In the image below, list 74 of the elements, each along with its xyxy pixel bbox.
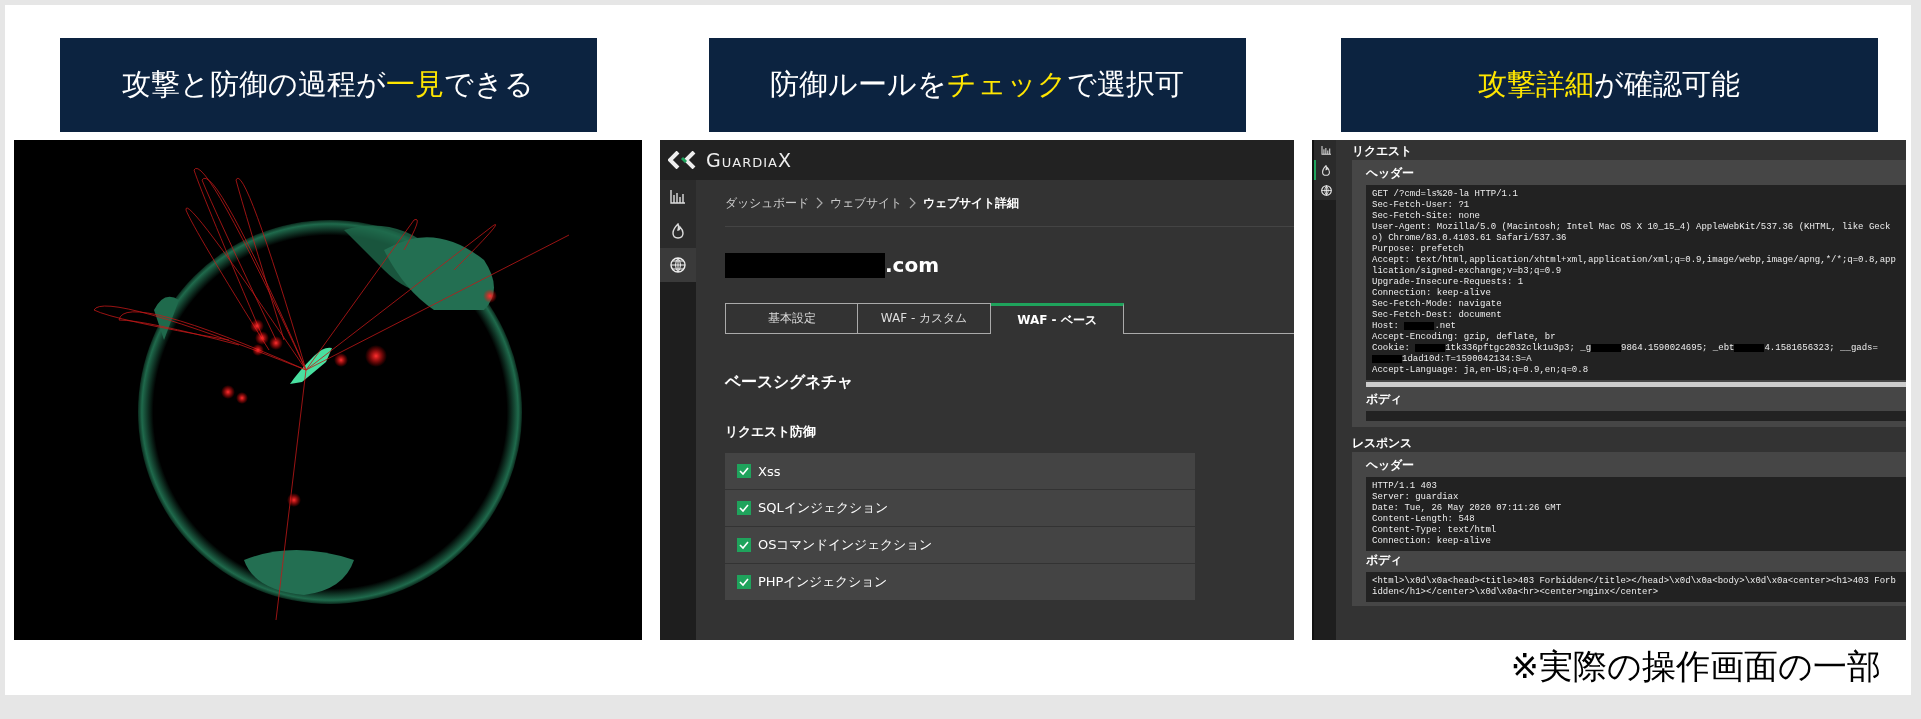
feature-heading: 防御ルールをチェック で選択可: [708, 38, 1246, 132]
rule-label: OSコマンドインジェクション: [758, 536, 933, 554]
checkbox[interactable]: [737, 575, 751, 589]
block-title: ボディ: [1366, 391, 1403, 408]
code-text: Purpose: prefetch: [1372, 244, 1464, 254]
checkbox[interactable]: [737, 464, 751, 478]
code-text: Connection: keep-alive: [1372, 536, 1491, 546]
redaction-block: [1372, 354, 1402, 363]
feature-heading: 攻撃と防御の過程が一見できる: [59, 38, 597, 132]
breadcrumb-link[interactable]: ウェブサイト: [830, 194, 902, 212]
code-text: Accept-Language: ja,en-US;q=0.9,en;q=0.8: [1372, 365, 1589, 375]
checkbox[interactable]: [737, 501, 751, 515]
logo-text: GuardiaX: [706, 149, 792, 171]
block-title: ボディ: [1366, 552, 1403, 569]
bar-chart-icon: [1320, 145, 1332, 155]
code-text: Accept-Encoding: gzip, deflate, br: [1372, 332, 1556, 342]
code-text: HTTP/1.1 403: [1372, 481, 1437, 491]
code-text: Sec-Fetch-User: ?1: [1372, 200, 1470, 210]
rule-label: PHPインジェクション: [758, 573, 888, 591]
section-title: リクエスト: [1352, 143, 1413, 160]
code-text: .net: [1434, 321, 1456, 331]
redaction-block: [1591, 343, 1622, 352]
code-text: User-Agent: Mozilla/5.0 (Macintosh; Intel Mac OS X 10_15_4) AppleWebKit/537.36 (KHTML, like Gecko) Chrome/83.0.4103.61 Safari/537.36: [1372, 222, 1891, 243]
section-title: レスポンス: [1352, 435, 1413, 452]
group-title: リクエスト防御: [725, 423, 817, 441]
breadcrumb-link[interactable]: ウェブサイト詳細: [923, 194, 1019, 212]
code-text: 4.1581656323; __gads=: [1764, 343, 1878, 353]
rule-label: Xss: [758, 463, 781, 479]
code-text: Sec-Fetch-Dest: document: [1372, 310, 1502, 320]
flame-icon: [671, 223, 685, 239]
block-title: ヘッダー: [1366, 457, 1415, 474]
code-text: 1tk336pftgc2032clk1u3p3; _g: [1445, 343, 1592, 353]
chevron-right-icon: [909, 197, 916, 209]
code-text: Accept: text/html,application/xhtml+xml,application/xml;q=0.9,image/webp,image/apng,*/*;q=0.8,application/signed-exchange;v=b3;q=0.9: [1372, 255, 1896, 276]
code-text: Content-Length: 548: [1372, 514, 1475, 524]
feature-heading: 攻撃詳細が確認可能: [1340, 38, 1878, 132]
scrollbar[interactable]: [1366, 382, 1906, 387]
code-text: Cookie:: [1372, 343, 1411, 353]
breadcrumb-link[interactable]: ダッシュボード: [725, 194, 809, 212]
code-text: Server: guardiax: [1372, 492, 1459, 502]
code-text: Date: Tue, 26 May 2020 07:11:26 GMT: [1372, 503, 1562, 513]
sidebar-item[interactable]: [660, 180, 696, 214]
bar-chart-icon: [670, 190, 686, 204]
redaction-block: [1734, 343, 1765, 352]
code-text: GET /?cmd=ls%20-la HTTP/1.1: [1372, 189, 1518, 199]
sidebar-item[interactable]: [1314, 180, 1336, 200]
code-text: Sec-Fetch-Site: none: [1372, 211, 1481, 221]
domain-title: .com: [885, 253, 940, 277]
globe-icon: [670, 257, 686, 273]
code-text: 1dad10d:T=1590042134:S=A: [1402, 354, 1532, 364]
code-text: <html>\x0d\x0a<head><title>403 Forbidden</title></head>\x0d\x0a<body>\x0d\x0a<center><h1>403 Forbidden</h1></center>\x0d\x0a<hr><center>nginx</center>: [1372, 576, 1896, 597]
globe-icon: [1320, 184, 1332, 196]
section-title: ベースシグネチャ: [725, 372, 854, 393]
redaction-block: [1415, 343, 1446, 352]
footnote: ※実際の操作画面の一部: [1510, 645, 1881, 688]
code-text: Upgrade-Insecure-Requests: 1: [1372, 277, 1524, 287]
chevron-right-icon: [816, 197, 823, 209]
rule-label: SQLインジェクション: [758, 499, 888, 517]
code-text: Host:: [1372, 321, 1400, 331]
redaction-block: [1404, 321, 1435, 330]
sidebar-item[interactable]: [660, 248, 696, 282]
code-text: 9864.1590024695; _ebt: [1621, 343, 1735, 353]
sidebar-item[interactable]: [660, 214, 696, 248]
tab[interactable]: 基本設定: [725, 303, 858, 334]
code-text: Connection: keep-alive: [1372, 288, 1491, 298]
code-text: Content-Type: text/html: [1372, 525, 1497, 535]
tab[interactable]: WAF - ベース: [991, 303, 1124, 334]
block-title: ヘッダー: [1366, 165, 1415, 182]
sidebar-item[interactable]: [1314, 140, 1336, 160]
checkbox[interactable]: [737, 538, 751, 552]
tab[interactable]: WAF - カスタム: [858, 303, 991, 334]
code-text: Sec-Fetch-Mode: navigate: [1372, 299, 1502, 309]
logo-icon: [668, 151, 698, 169]
flame-icon: [1321, 164, 1331, 176]
